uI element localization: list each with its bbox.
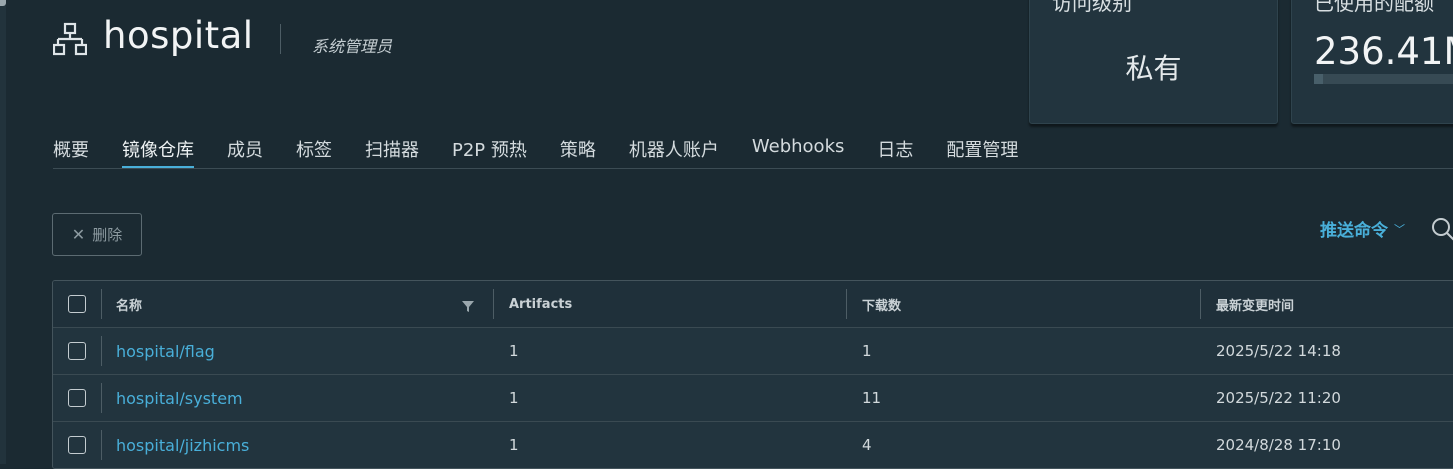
project-title: hospital [103,14,254,57]
tab-labels[interactable]: 标签 [296,136,332,169]
download-count: 1 [862,342,872,360]
column-header-name[interactable]: 名称 [116,281,142,327]
column-separator [101,383,102,413]
table-row: hospital/flag 1 1 2025/5/22 14:18 [53,328,1453,375]
artifacts-count: 1 [509,436,519,454]
select-all-checkbox[interactable] [68,295,86,313]
push-command-label: 推送命令 [1320,221,1388,241]
updated-time: 2025/5/22 14:18 [1216,342,1341,360]
row-checkbox[interactable] [68,342,86,360]
quota-title: 已使用的配额 [1314,0,1434,15]
repository-link[interactable]: hospital/jizhicms [116,422,249,468]
access-level-card: 访问级别 私有 [1029,0,1278,124]
tab-robot-accounts[interactable]: 机器人账户 [629,136,719,169]
column-header-artifacts[interactable]: Artifacts [509,281,572,327]
delete-label: 删除 [92,226,123,244]
table-body: hospital/flag 1 1 2025/5/22 14:18 hospit… [53,328,1453,468]
tab-p2p-preheat[interactable]: P2P 预热 [452,136,527,169]
column-header-downloads[interactable]: 下载数 [862,281,901,327]
quota-card: 已使用的配额 236.41Mi [1291,0,1453,124]
delete-button[interactable]: ✕ 删除 [52,213,142,256]
tab-policy[interactable]: 策略 [560,136,596,169]
project-tabs: 概要 镜像仓库 成员 标签 扫描器 P2P 预热 策略 机器人账户 Webhoo… [53,136,1051,169]
table-row: hospital/system 1 11 2025/5/22 11:20 [53,375,1453,422]
quota-value: 236.41Mi [1314,30,1453,73]
role-label: 系统管理员 [312,37,393,56]
left-scroll-strip [0,0,6,464]
download-count: 11 [862,389,882,407]
tab-configuration[interactable]: 配置管理 [946,136,1018,169]
updated-time: 2025/5/22 11:20 [1216,389,1341,407]
column-separator[interactable] [846,289,847,319]
project-hierarchy-icon [53,22,87,56]
row-checkbox[interactable] [68,436,86,454]
tab-webhooks[interactable]: Webhooks [752,136,844,169]
quota-progress-bar [1314,74,1453,84]
title-divider [280,24,281,54]
scroll-nub[interactable] [0,0,6,6]
access-level-title: 访问级别 [1052,0,1132,15]
quota-progress-fill [1314,74,1323,84]
column-header-updated[interactable]: 最新变更时间 [1216,281,1294,327]
row-checkbox[interactable] [68,389,86,407]
tab-summary[interactable]: 概要 [53,136,89,169]
artifacts-count: 1 [509,342,519,360]
column-separator [101,336,102,366]
table-header: 名称 Artifacts 下载数 最新变更时间 [53,281,1453,328]
column-separator[interactable] [493,289,494,319]
close-icon: ✕ [71,225,86,244]
tabs-underline [53,168,1453,169]
access-level-value: 私有 [1125,52,1182,85]
repository-link[interactable]: hospital/flag [116,328,215,374]
tab-repositories[interactable]: 镜像仓库 [122,136,194,169]
download-count: 4 [862,436,872,454]
column-separator [101,289,102,319]
table-row: hospital/jizhicms 1 4 2024/8/28 17:10 [53,422,1453,468]
chevron-down-icon: ﹀ [1394,222,1405,236]
updated-time: 2024/8/28 17:10 [1216,436,1341,454]
repository-link[interactable]: hospital/system [116,375,243,421]
tab-members[interactable]: 成员 [227,136,263,169]
repository-table: 名称 Artifacts 下载数 最新变更时间 hospital/flag 1 … [52,280,1453,469]
artifacts-count: 1 [509,389,519,407]
tab-scanner[interactable]: 扫描器 [365,136,419,169]
push-command-dropdown[interactable]: 推送命令 ﹀ [1320,216,1405,241]
filter-icon[interactable] [462,301,474,312]
column-separator [101,430,102,460]
search-icon[interactable] [1431,217,1453,241]
column-separator[interactable] [1200,289,1201,319]
tab-logs[interactable]: 日志 [877,136,913,169]
